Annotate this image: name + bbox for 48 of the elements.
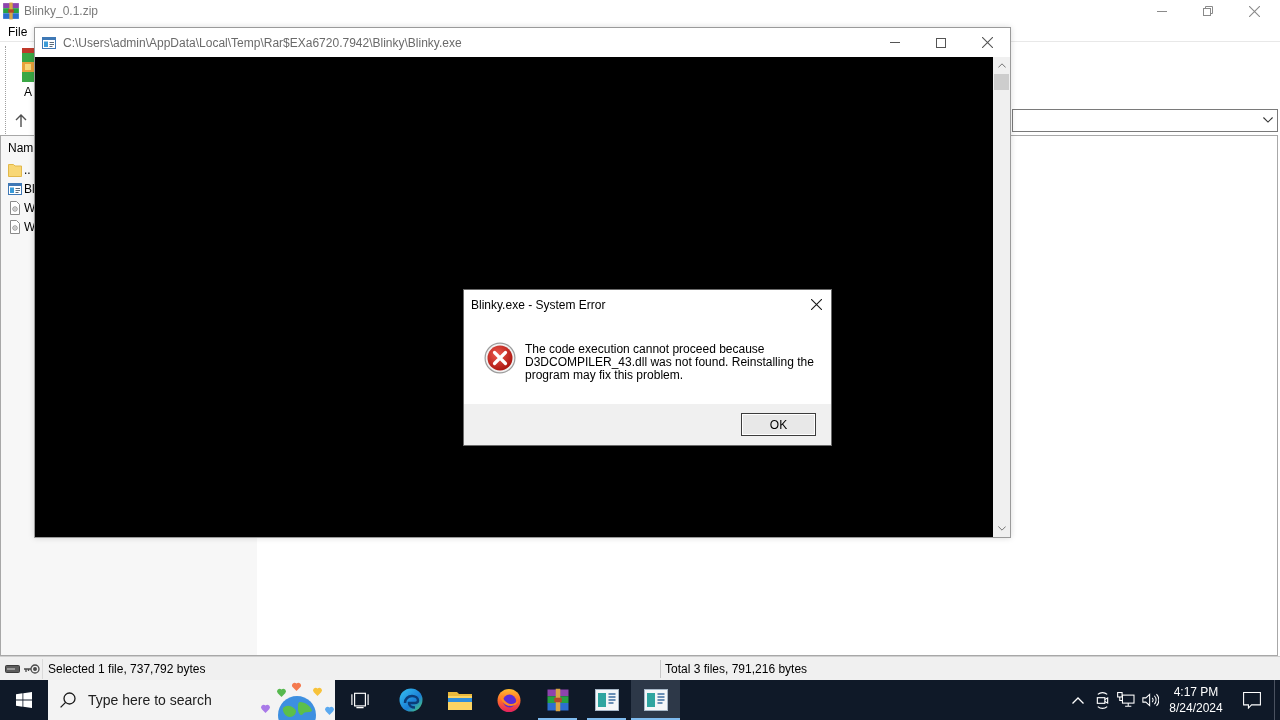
book-stack-icon [545,688,570,712]
ok-button[interactable]: OK [741,413,816,436]
window-title: Blinky_0.1.zip [24,3,99,20]
app-window-icon [643,689,668,711]
scrollbar-thumb[interactable] [994,74,1009,90]
program-window-icon [8,181,22,196]
status-text: Total 3 files, 791,216 bytes [665,660,808,678]
volume-icon[interactable] [1141,692,1159,708]
restore-icon[interactable] [1203,6,1213,16]
file-name[interactable]: .. [24,160,31,179]
video-camera-icon[interactable] [1094,691,1110,709]
file-name[interactable]: Bl [24,179,35,198]
book-stack-icon [2,2,20,20]
up-arrow-icon[interactable] [15,113,27,127]
minimize-icon[interactable] [1157,10,1167,12]
column-header[interactable]: Nam [8,139,34,157]
close-icon[interactable] [981,37,993,48]
book-stack-icon [22,48,34,82]
maximize-icon[interactable] [936,37,946,48]
key-icon [23,663,40,674]
search-field[interactable]: Type here to search [48,680,335,720]
status-text: Selected 1 file, 737,792 bytes [48,660,206,678]
network-monitor-icon[interactable] [1117,692,1135,708]
clock[interactable]: 4:17 PM 8/24/2024 [1162,680,1230,720]
drive-icon [5,664,20,673]
folder-icon[interactable] [447,690,472,710]
notification-icon[interactable] [1243,691,1261,709]
swirl-browser-icon[interactable] [398,688,423,712]
windows-logo-icon[interactable] [16,692,32,708]
error-message: The code execution cannot proceed because D3DCOMPILER_43.dll was not found. Reinstalling the program may fix this problem. [525,343,815,382]
taskbar-button[interactable] [631,680,680,720]
menu-item[interactable]: File [1,22,35,41]
app-window-icon [594,689,619,711]
globe-hearts-icon [259,682,335,720]
globe-browser-icon[interactable] [496,688,521,712]
document-icon [8,219,22,234]
window-title: C:\Users\admin\AppData\Local\Temp\Rar$EXa6720.7942\Blinky\Blinky.exe [63,34,462,52]
error-icon [484,342,516,374]
search-icon [60,692,76,708]
chevron-down-icon[interactable] [1263,117,1273,123]
dialog-title: Blinky.exe - System Error [471,296,606,314]
close-icon[interactable] [810,299,822,310]
address-field[interactable] [1012,108,1278,132]
program-window-icon [42,35,56,50]
toolbar-button[interactable]: A [22,48,34,99]
task-view-icon[interactable] [350,691,369,709]
folder-icon [8,162,22,177]
document-icon [8,200,22,215]
